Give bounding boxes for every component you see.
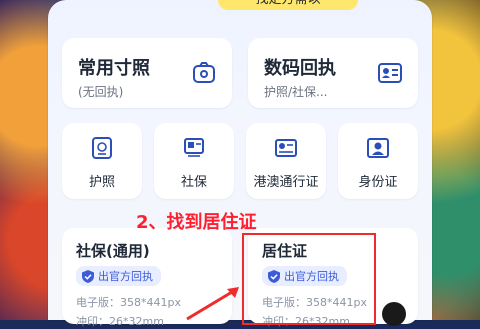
common-photo-card[interactable]: 常用寸照 (无回执) — [62, 38, 232, 108]
red-arrow-icon — [186, 287, 239, 320]
tile-label: 身份证 — [358, 175, 398, 190]
tile-label: 港澳通行证 — [253, 175, 319, 190]
highlight-box — [242, 233, 376, 325]
step-annotation: 2、找到居住证 — [136, 212, 257, 233]
top-banner: 找定方需以 — [218, 0, 358, 10]
digital-receipt-card[interactable]: 数码回执 护照/社保... — [248, 38, 418, 108]
card-title: 数码回执 — [264, 58, 336, 79]
card-subtitle: 护照/社保... — [264, 85, 328, 99]
doc-card-title: 社保(通用) — [76, 242, 150, 260]
shield-check-icon — [82, 269, 94, 283]
permit-icon — [274, 136, 298, 160]
tile-label: 社保 — [180, 175, 207, 190]
social-security-icon — [182, 136, 206, 160]
digital-size-text: 电子版：358*441px — [76, 296, 181, 309]
official-receipt-badge: 出官方回执 — [76, 266, 161, 286]
print-size-text: 冲印：26*32mm — [76, 315, 164, 328]
tile-id-card[interactable]: 身份证 — [338, 123, 418, 199]
tile-hk-macau-permit[interactable]: 港澳通行证 — [246, 123, 326, 199]
passport-icon — [90, 136, 114, 160]
tile-label: 护照 — [88, 175, 115, 190]
camera-icon — [192, 61, 216, 85]
card-subtitle: (无回执) — [78, 85, 124, 99]
avatar — [382, 302, 406, 326]
id-person-icon — [366, 136, 390, 160]
tile-passport[interactable]: 护照 — [62, 123, 142, 199]
card-title: 常用寸照 — [78, 58, 150, 79]
badge-label: 出官方回执 — [98, 270, 153, 283]
id-card-icon — [378, 61, 402, 85]
tile-social-security[interactable]: 社保 — [154, 123, 234, 199]
